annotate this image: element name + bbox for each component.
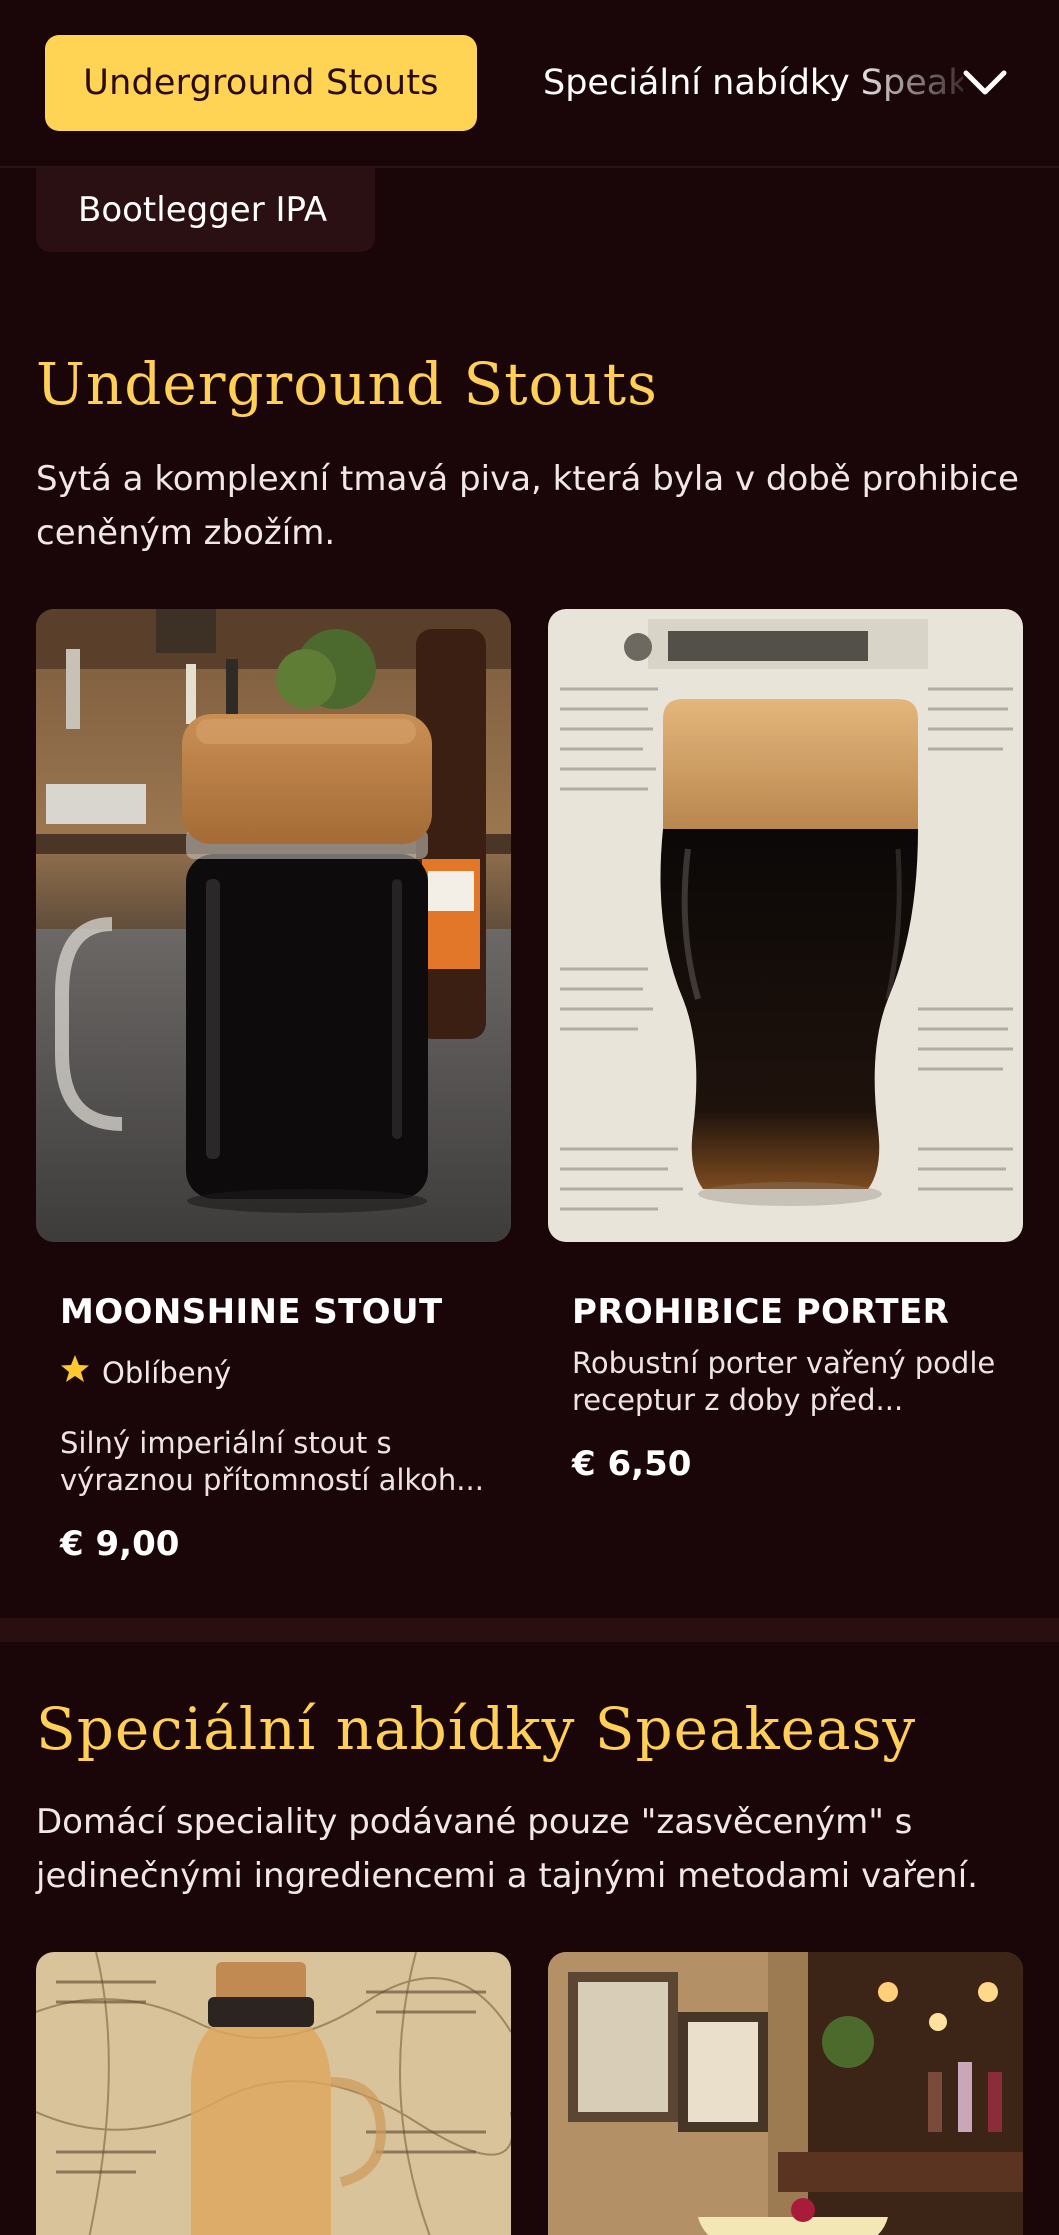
prohibice-porter-image[interactable] [548, 609, 1023, 1242]
badge-label: Oblíbený [102, 1355, 232, 1390]
section-title: Speciální nabídky Speakeasy [36, 1695, 917, 1763]
item-price: € 9,00 [60, 1524, 180, 1564]
category-tab-underground-stouts[interactable]: Underground Stouts [45, 35, 477, 131]
category-tab-specialni-nabidky[interactable]: Speciální nabídky Speakeasy [543, 63, 963, 103]
chevron-down-icon[interactable] [959, 60, 1011, 106]
item-description: Robustní porter vařený podle receptur z … [572, 1346, 996, 1417]
speakeasy-special-image[interactable] [36, 1952, 511, 2235]
speakeasy-cocktail-image[interactable] [548, 1952, 1023, 2235]
category-tab-bootlegger-ipa[interactable]: Bootlegger IPA [36, 168, 375, 252]
moonshine-stout-image[interactable] [36, 609, 511, 1242]
category-nav: Underground Stouts Speciální nabídky Spe… [0, 0, 1059, 168]
star-icon [60, 1354, 90, 1391]
item-price: € 6,50 [572, 1444, 692, 1484]
item-name[interactable]: MOONSHINE STOUT [60, 1292, 443, 1332]
item-name[interactable]: PROHIBICE PORTER [572, 1292, 949, 1332]
category-tab-label: Bootlegger IPA [78, 190, 328, 230]
section-title: Underground Stouts [36, 350, 658, 418]
menu-page: Underground Stouts Speciální nabídky Spe… [0, 0, 1059, 2235]
popular-badge: Oblíbený [60, 1354, 231, 1391]
section-divider [0, 1618, 1059, 1642]
item-description: Silný imperiální stout s výraznou přítom… [60, 1426, 484, 1497]
section-description: Domácí speciality podávané pouze "zasvěc… [36, 1802, 978, 1896]
section-description: Sytá a komplexní tmavá piva, která byla … [36, 459, 1019, 553]
